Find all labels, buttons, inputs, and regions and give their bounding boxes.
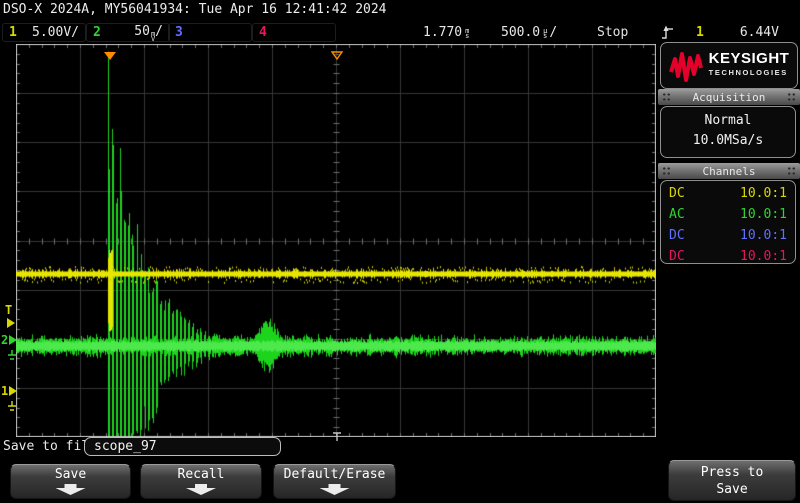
- channel-1-ground-icon: [7, 397, 17, 416]
- filename-field[interactable]: scope_97: [84, 437, 281, 456]
- channel-3-number: 3: [175, 25, 183, 40]
- channel-4-number: 4: [259, 25, 267, 40]
- rising-edge-trigger-icon: [661, 25, 674, 40]
- menu-arrow-icon: [56, 484, 86, 495]
- grip-dots-icon: [787, 92, 796, 102]
- channel-1-ground-marker[interactable]: 1: [1, 384, 17, 398]
- waveform-display: [16, 44, 656, 437]
- time-reference-marker: [331, 45, 343, 64]
- brand-text: KEYSIGHT TECHNOLOGIES: [709, 52, 790, 80]
- channel-3-row: DC10.0:1: [661, 225, 795, 246]
- channel-2-ground-marker[interactable]: 2: [1, 333, 17, 347]
- press-to-save-softkey[interactable]: Press to Save: [668, 460, 796, 501]
- channel-3-scale-button[interactable]: 3: [168, 23, 252, 42]
- channel-4-scale-button[interactable]: 4: [252, 23, 336, 42]
- grip-dots-icon: [662, 92, 671, 102]
- trigger-source: 1: [696, 25, 704, 40]
- channel-2-scale: 50mV/: [134, 24, 163, 41]
- trigger-time-marker[interactable]: [104, 45, 116, 64]
- menu-arrow-icon: [320, 484, 350, 495]
- channel-1-number: 1: [9, 25, 17, 40]
- channels-info-box: DC10.0:1 AC10.0:1 DC10.0:1 DC10.0:1: [660, 180, 796, 264]
- trigger-level-value: 6.44V: [740, 25, 779, 40]
- acquisition-mode: Normal: [661, 111, 795, 131]
- trigger-readout[interactable]: 1 6.44V: [654, 23, 786, 42]
- trigger-level-label: T: [5, 303, 12, 317]
- time-reference-tick: [332, 427, 342, 446]
- channel-1-scale: 5.00V/: [32, 25, 79, 40]
- channel-1-scale-button[interactable]: 1 5.00V/: [2, 23, 86, 42]
- trigger-level-marker[interactable]: [7, 318, 15, 328]
- save-softkey[interactable]: Save: [10, 464, 131, 499]
- menu-arrow-icon: [186, 484, 216, 495]
- recall-softkey[interactable]: Recall: [140, 464, 262, 499]
- channels-panel-header[interactable]: Channels: [658, 163, 800, 179]
- channel-2-ground-icon: [7, 346, 17, 365]
- channel-2-scale-button[interactable]: 2 50mV/: [86, 23, 170, 42]
- channel-4-row: DC10.0:1: [661, 246, 795, 267]
- channel-2-row: AC10.0:1: [661, 204, 795, 225]
- acquisition-info-box: Normal 10.0MSa/s: [660, 106, 796, 158]
- instrument-title: DSO-X 2024A, MY56041934: Tue Apr 16 12:4…: [3, 2, 387, 17]
- grip-dots-icon: [787, 166, 796, 176]
- sample-rate: 10.0MSa/s: [661, 131, 795, 151]
- grip-dots-icon: [662, 166, 671, 176]
- acquisition-panel-header[interactable]: Acquisition: [658, 89, 800, 105]
- keysight-logo-icon: [669, 50, 703, 82]
- default-erase-softkey[interactable]: Default/Erase: [273, 464, 396, 499]
- timebase-position[interactable]: 1.770ms: [416, 23, 476, 42]
- timebase-scale[interactable]: 500.0µs/: [494, 23, 564, 42]
- channel-1-row: DC10.0:1: [661, 183, 795, 204]
- keysight-logo-box: KEYSIGHT TECHNOLOGIES: [660, 42, 798, 89]
- run-state-indicator: Stop: [590, 23, 635, 42]
- channel-2-number: 2: [93, 25, 101, 40]
